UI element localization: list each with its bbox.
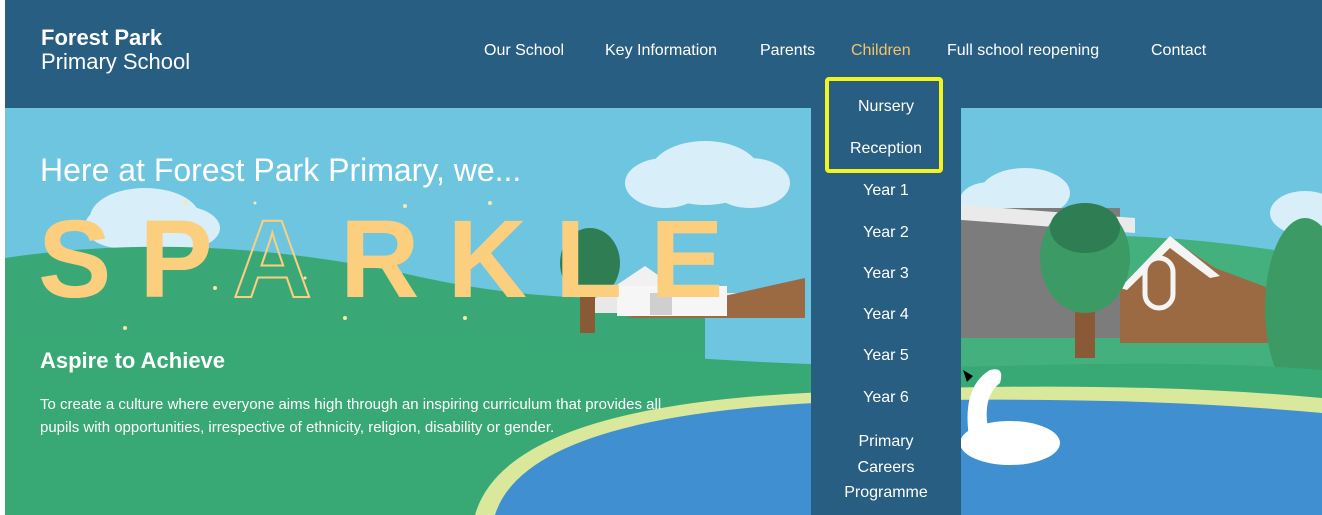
hero-banner: Here at Forest Park Primary, we... SPARK… (5, 108, 1322, 515)
aspire-title: Aspire to Achieve (40, 348, 226, 373)
sparkle-word: SPARKLE (38, 196, 752, 323)
aspire-text: To create a culture where everyone aims … (40, 396, 662, 437)
sparkle-letter: S (38, 198, 140, 321)
nav-full-school-reopening[interactable]: Full school reopening (947, 42, 1099, 60)
sparkle-letter: L (554, 198, 651, 321)
logo-line-2: Primary School (41, 49, 191, 75)
nav-key-information[interactable]: Key Information (605, 42, 717, 60)
hero-heading: Here at Forest Park Primary, we... (40, 152, 522, 188)
nav-our-school[interactable]: Our School (484, 42, 564, 60)
site-header: Forest Park Primary School Our School Ke… (5, 0, 1322, 108)
nav-parents[interactable]: Parents (760, 42, 815, 60)
sparkle-word-text: SPARKLE (38, 197, 752, 322)
site-logo[interactable]: Forest Park Primary School (41, 25, 191, 75)
sparkle-letter: E (650, 198, 752, 321)
dropdown-item-year-2[interactable]: Year 2 (811, 224, 961, 242)
dropdown-item-year-6[interactable]: Year 6 (811, 389, 961, 407)
dropdown-item-year-5[interactable]: Year 5 (811, 347, 961, 365)
page: Forest Park Primary School Our School Ke… (5, 0, 1322, 515)
sparkle-letter: P (139, 198, 233, 321)
nav-contact[interactable]: Contact (1151, 42, 1206, 60)
highlight-box (825, 77, 943, 173)
sparkle-letter: A (232, 197, 341, 322)
dropdown-item-year-4[interactable]: Year 4 (811, 306, 961, 324)
logo-line-1: Forest Park (41, 25, 163, 50)
nav-children[interactable]: Children (851, 42, 911, 60)
dropdown-item-primary-careers-programme[interactable]: Primary Careers Programme (841, 429, 931, 506)
dropdown-item-year-3[interactable]: Year 3 (811, 265, 961, 283)
dropdown-item-year-1[interactable]: Year 1 (811, 182, 961, 200)
sparkle-letter: R (340, 198, 448, 321)
sparkle-letter: K (447, 198, 555, 321)
